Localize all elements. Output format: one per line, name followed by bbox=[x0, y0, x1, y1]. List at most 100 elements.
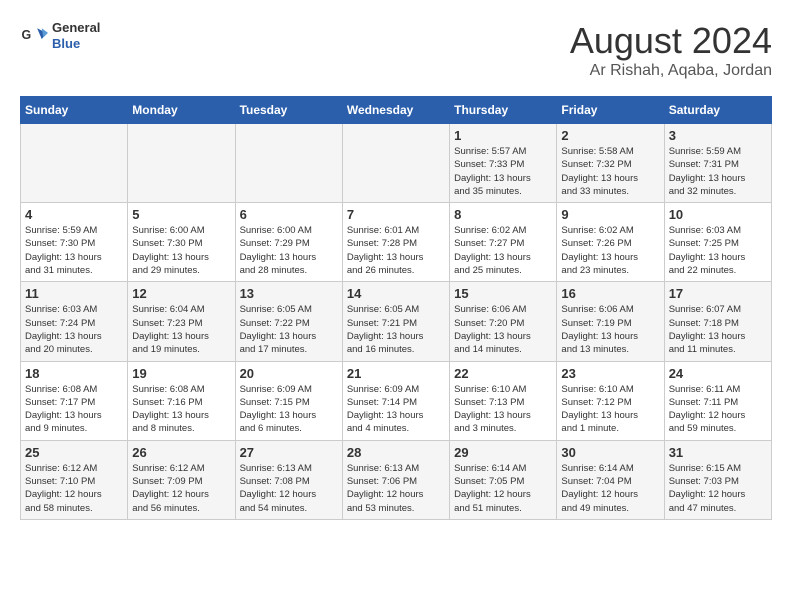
header-saturday: Saturday bbox=[664, 97, 771, 124]
day-info: Sunrise: 6:10 AM Sunset: 7:13 PM Dayligh… bbox=[454, 383, 552, 436]
calendar-table: SundayMondayTuesdayWednesdayThursdayFrid… bbox=[20, 96, 772, 520]
header-monday: Monday bbox=[128, 97, 235, 124]
week-row-5: 25Sunrise: 6:12 AM Sunset: 7:10 PM Dayli… bbox=[21, 440, 772, 519]
calendar-cell: 13Sunrise: 6:05 AM Sunset: 7:22 PM Dayli… bbox=[235, 282, 342, 361]
day-number: 9 bbox=[561, 207, 659, 222]
day-info: Sunrise: 6:08 AM Sunset: 7:16 PM Dayligh… bbox=[132, 383, 230, 436]
calendar-cell: 9 Sunrise: 6:02 AM Sunset: 7:26 PM Daylig… bbox=[557, 203, 664, 282]
calendar-cell: 10 Sunrise: 6:03 AM Sunset: 7:25 PM Dayli… bbox=[664, 203, 771, 282]
calendar-cell: 22Sunrise: 6:10 AM Sunset: 7:13 PM Dayli… bbox=[450, 361, 557, 440]
day-info: Sunrise: 6:13 AM Sunset: 7:08 PM Dayligh… bbox=[240, 462, 338, 515]
day-number: 16 bbox=[561, 286, 659, 301]
day-info: Sunrise: 6:01 AM Sunset: 7:28 PM Dayligh… bbox=[347, 224, 445, 277]
day-info: Sunrise: 6:15 AM Sunset: 7:03 PM Dayligh… bbox=[669, 462, 767, 515]
day-number: 28 bbox=[347, 445, 445, 460]
week-row-2: 4 Sunrise: 5:59 AM Sunset: 7:30 PM Daylig… bbox=[21, 203, 772, 282]
day-info: Sunrise: 6:05 AM Sunset: 7:22 PM Dayligh… bbox=[240, 303, 338, 356]
day-number: 15 bbox=[454, 286, 552, 301]
day-number: 1 bbox=[454, 128, 552, 143]
day-info: Sunrise: 6:08 AM Sunset: 7:17 PM Dayligh… bbox=[25, 383, 123, 436]
logo-blue: Blue bbox=[52, 36, 100, 52]
calendar-cell: 3Sunrise: 5:59 AM Sunset: 7:31 PM Daylig… bbox=[664, 124, 771, 203]
day-number: 23 bbox=[561, 366, 659, 381]
header-thursday: Thursday bbox=[450, 97, 557, 124]
day-number: 21 bbox=[347, 366, 445, 381]
day-info: Sunrise: 6:02 AM Sunset: 7:26 PM Dayligh… bbox=[561, 224, 659, 277]
day-number: 2 bbox=[561, 128, 659, 143]
day-info: Sunrise: 6:06 AM Sunset: 7:20 PM Dayligh… bbox=[454, 303, 552, 356]
day-number: 17 bbox=[669, 286, 767, 301]
calendar-cell bbox=[235, 124, 342, 203]
page-subtitle: Ar Rishah, Aqaba, Jordan bbox=[570, 62, 772, 80]
calendar-cell: 7 Sunrise: 6:01 AM Sunset: 7:28 PM Daylig… bbox=[342, 203, 449, 282]
day-number: 7 bbox=[347, 207, 445, 222]
day-number: 6 bbox=[240, 207, 338, 222]
calendar-cell: 8Sunrise: 6:02 AM Sunset: 7:27 PM Daylig… bbox=[450, 203, 557, 282]
calendar-cell: 28 Sunrise: 6:13 AM Sunset: 7:06 PM Dayli… bbox=[342, 440, 449, 519]
week-row-3: 11Sunrise: 6:03 AM Sunset: 7:24 PM Dayli… bbox=[21, 282, 772, 361]
calendar-cell: 19 Sunrise: 6:08 AM Sunset: 7:16 PM Dayli… bbox=[128, 361, 235, 440]
calendar-cell: 6Sunrise: 6:00 AM Sunset: 7:29 PM Daylig… bbox=[235, 203, 342, 282]
calendar-cell: 18 Sunrise: 6:08 AM Sunset: 7:17 PM Dayli… bbox=[21, 361, 128, 440]
calendar-cell bbox=[21, 124, 128, 203]
day-number: 4 bbox=[25, 207, 123, 222]
calendar-cell: 25Sunrise: 6:12 AM Sunset: 7:10 PM Dayli… bbox=[21, 440, 128, 519]
day-number: 30 bbox=[561, 445, 659, 460]
day-info: Sunrise: 6:10 AM Sunset: 7:12 PM Dayligh… bbox=[561, 383, 659, 436]
day-info: Sunrise: 6:03 AM Sunset: 7:25 PM Dayligh… bbox=[669, 224, 767, 277]
day-info: Sunrise: 6:09 AM Sunset: 7:15 PM Dayligh… bbox=[240, 383, 338, 436]
calendar-cell: 27 Sunrise: 6:13 AM Sunset: 7:08 PM Dayli… bbox=[235, 440, 342, 519]
day-number: 14 bbox=[347, 286, 445, 301]
day-number: 24 bbox=[669, 366, 767, 381]
day-info: Sunrise: 6:05 AM Sunset: 7:21 PM Dayligh… bbox=[347, 303, 445, 356]
calendar-cell: 20 Sunrise: 6:09 AM Sunset: 7:15 PM Dayli… bbox=[235, 361, 342, 440]
day-number: 29 bbox=[454, 445, 552, 460]
calendar-cell: 5Sunrise: 6:00 AM Sunset: 7:30 PM Daylig… bbox=[128, 203, 235, 282]
calendar-cell: 26 Sunrise: 6:12 AM Sunset: 7:09 PM Dayli… bbox=[128, 440, 235, 519]
header-tuesday: Tuesday bbox=[235, 97, 342, 124]
calendar-cell: 31Sunrise: 6:15 AM Sunset: 7:03 PM Dayli… bbox=[664, 440, 771, 519]
calendar-cell: 23 Sunrise: 6:10 AM Sunset: 7:12 PM Dayli… bbox=[557, 361, 664, 440]
day-number: 20 bbox=[240, 366, 338, 381]
day-info: Sunrise: 5:57 AM Sunset: 7:33 PM Dayligh… bbox=[454, 145, 552, 198]
day-info: Sunrise: 5:59 AM Sunset: 7:30 PM Dayligh… bbox=[25, 224, 123, 277]
logo: G General Blue bbox=[20, 20, 100, 51]
day-number: 5 bbox=[132, 207, 230, 222]
calendar-cell: 30Sunrise: 6:14 AM Sunset: 7:04 PM Dayli… bbox=[557, 440, 664, 519]
page-title: August 2024 bbox=[570, 20, 772, 62]
week-row-4: 18 Sunrise: 6:08 AM Sunset: 7:17 PM Dayli… bbox=[21, 361, 772, 440]
calendar-cell: 1 Sunrise: 5:57 AM Sunset: 7:33 PM Daylig… bbox=[450, 124, 557, 203]
calendar-cell: 15 Sunrise: 6:06 AM Sunset: 7:20 PM Dayli… bbox=[450, 282, 557, 361]
calendar-cell: 16 Sunrise: 6:06 AM Sunset: 7:19 PM Dayli… bbox=[557, 282, 664, 361]
day-info: Sunrise: 6:09 AM Sunset: 7:14 PM Dayligh… bbox=[347, 383, 445, 436]
page-header: G General Blue August 2024 Ar Rishah, Aq… bbox=[20, 20, 772, 80]
calendar-header-row: SundayMondayTuesdayWednesdayThursdayFrid… bbox=[21, 97, 772, 124]
day-info: Sunrise: 6:06 AM Sunset: 7:19 PM Dayligh… bbox=[561, 303, 659, 356]
day-number: 27 bbox=[240, 445, 338, 460]
calendar-cell: 29 Sunrise: 6:14 AM Sunset: 7:05 PM Dayli… bbox=[450, 440, 557, 519]
calendar-cell: 4 Sunrise: 5:59 AM Sunset: 7:30 PM Daylig… bbox=[21, 203, 128, 282]
calendar-cell: 21 Sunrise: 6:09 AM Sunset: 7:14 PM Dayli… bbox=[342, 361, 449, 440]
day-info: Sunrise: 6:11 AM Sunset: 7:11 PM Dayligh… bbox=[669, 383, 767, 436]
day-number: 18 bbox=[25, 366, 123, 381]
day-number: 19 bbox=[132, 366, 230, 381]
title-block: August 2024 Ar Rishah, Aqaba, Jordan bbox=[570, 20, 772, 80]
day-number: 26 bbox=[132, 445, 230, 460]
day-info: Sunrise: 6:04 AM Sunset: 7:23 PM Dayligh… bbox=[132, 303, 230, 356]
logo-text: General Blue bbox=[52, 20, 100, 51]
day-info: Sunrise: 6:14 AM Sunset: 7:05 PM Dayligh… bbox=[454, 462, 552, 515]
calendar-cell: 2 Sunrise: 5:58 AM Sunset: 7:32 PM Daylig… bbox=[557, 124, 664, 203]
day-number: 10 bbox=[669, 207, 767, 222]
day-info: Sunrise: 5:58 AM Sunset: 7:32 PM Dayligh… bbox=[561, 145, 659, 198]
header-wednesday: Wednesday bbox=[342, 97, 449, 124]
day-number: 8 bbox=[454, 207, 552, 222]
day-info: Sunrise: 6:07 AM Sunset: 7:18 PM Dayligh… bbox=[669, 303, 767, 356]
calendar-cell bbox=[128, 124, 235, 203]
logo-general: General bbox=[52, 20, 100, 36]
header-sunday: Sunday bbox=[21, 97, 128, 124]
day-info: Sunrise: 5:59 AM Sunset: 7:31 PM Dayligh… bbox=[669, 145, 767, 198]
day-info: Sunrise: 6:12 AM Sunset: 7:09 PM Dayligh… bbox=[132, 462, 230, 515]
day-number: 12 bbox=[132, 286, 230, 301]
week-row-1: 1 Sunrise: 5:57 AM Sunset: 7:33 PM Daylig… bbox=[21, 124, 772, 203]
day-info: Sunrise: 6:13 AM Sunset: 7:06 PM Dayligh… bbox=[347, 462, 445, 515]
